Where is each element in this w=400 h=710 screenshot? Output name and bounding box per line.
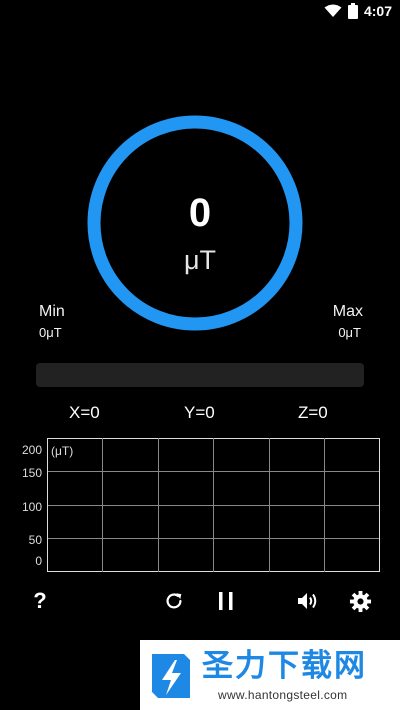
help-button[interactable]: ? — [30, 587, 50, 615]
field-strength-unit: μT — [183, 245, 217, 275]
settings-button[interactable] — [347, 587, 373, 615]
history-graph: 200 150 100 50 0 (μT) — [0, 438, 400, 574]
settings-icon — [349, 590, 371, 612]
max-value: 0μT — [338, 325, 361, 340]
axis-y-value: Y=0 — [184, 403, 215, 422]
status-bar: 4:07 — [0, 0, 400, 24]
axis-z-value: Z=0 — [298, 403, 328, 422]
min-value: 0μT — [39, 325, 62, 340]
axis-readouts: X=0 Y=0 Z=0 — [0, 403, 400, 425]
level-bar — [36, 363, 364, 387]
field-strength-value: 0 — [188, 191, 212, 235]
min-label: Min — [39, 303, 65, 320]
graph-unit-label: (μT) — [51, 444, 73, 458]
lightning-logo-icon — [152, 654, 190, 698]
battery-icon — [347, 3, 358, 19]
banner-title: 圣力下载网 — [202, 648, 367, 683]
pause-icon — [219, 592, 233, 610]
status-time: 4:07 — [363, 3, 392, 19]
max-label: Max — [332, 303, 363, 320]
banner-url: www.hantongsteel.com — [218, 688, 348, 702]
screen: 4:07 0 μT Min 0μT Max 0μT X=0 Y=0 Z=0 20… — [0, 0, 400, 710]
reset-button[interactable] — [162, 587, 186, 615]
help-icon: ? — [33, 588, 47, 613]
axis-x-value: X=0 — [69, 403, 100, 422]
refresh-icon — [166, 593, 182, 609]
sound-button[interactable] — [295, 587, 321, 615]
volume-icon — [298, 593, 317, 609]
site-watermark-banner: 圣力下载网 www.hantongsteel.com — [140, 640, 400, 710]
pause-button[interactable] — [215, 587, 237, 615]
graph-grid: (μT) — [47, 438, 380, 572]
wifi-icon — [324, 4, 342, 17]
